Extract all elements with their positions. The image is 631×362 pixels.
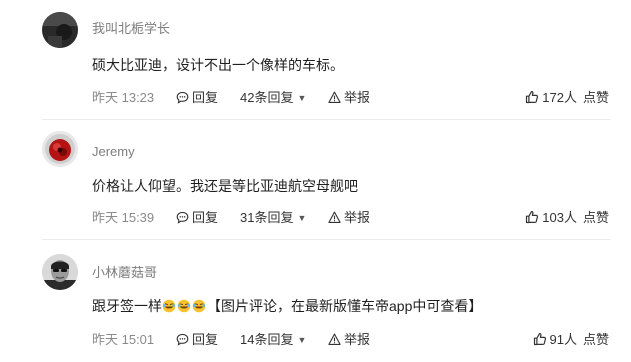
view-replies-button[interactable]: 14条回复 ▼ — [240, 330, 306, 350]
rofl-emoji — [192, 299, 206, 313]
avatar[interactable] — [42, 12, 78, 48]
reply-label: 回复 — [192, 90, 219, 105]
avatar[interactable] — [42, 131, 78, 167]
like-label: 点赞 — [582, 210, 609, 225]
thumbs-up-icon — [526, 91, 539, 104]
avatar[interactable] — [42, 254, 78, 290]
view-replies-button[interactable]: 42条回复 ▼ — [240, 88, 306, 108]
warning-icon — [328, 211, 341, 223]
like-label: 点赞 — [582, 90, 609, 105]
comment-time: 昨天 15:01 — [92, 332, 155, 347]
avatar-portrait-image — [42, 254, 78, 290]
avatar-red-flower-image — [42, 131, 78, 167]
like-button[interactable]: 172人 点赞 — [525, 88, 609, 108]
report-button[interactable]: 举报 — [328, 88, 370, 108]
caret-down-icon: ▼ — [297, 93, 307, 103]
comment-meta: 昨天 15:01 回复 14条回复 ▼ 举报 91人 点赞 — [92, 330, 609, 350]
reply-button[interactable]: 回复 — [176, 330, 218, 350]
comment-text: 价格让人仰望。我还是等比亚迪航空母舰吧 — [92, 178, 358, 194]
reply-button[interactable]: 回复 — [176, 88, 218, 108]
comment-meta: 昨天 15:39 回复 31条回复 ▼ 举报 103人 点赞 — [92, 208, 609, 228]
reply-button[interactable]: 回复 — [176, 208, 218, 228]
like-count: 91人 — [549, 332, 577, 347]
rofl-emoji — [177, 299, 191, 313]
comment-meta: 昨天 13:23 回复 42条回复 ▼ 举报 172人 点赞 — [92, 88, 609, 108]
view-replies-button[interactable]: 31条回复 ▼ — [240, 208, 306, 228]
warning-icon — [328, 333, 341, 345]
comment-time: 昨天 15:39 — [92, 210, 155, 225]
report-label: 举报 — [344, 332, 371, 347]
report-button[interactable]: 举报 — [328, 208, 370, 228]
comment-text-suffix: 【图片评论，在最新版懂车帝app中可查看】 — [207, 298, 483, 314]
caret-down-icon: ▼ — [297, 213, 307, 223]
rofl-emoji — [162, 299, 176, 313]
comment-list: 我叫北栀学长 硕大比亚迪，设计不出一个像样的车标。 昨天 13:23 回复 42… — [0, 0, 631, 362]
report-button[interactable]: 举报 — [328, 330, 370, 350]
report-label: 举报 — [344, 90, 371, 105]
comment-text-prefix: 跟牙签一样 — [92, 298, 162, 314]
like-button[interactable]: 91人 点赞 — [533, 330, 609, 350]
warning-icon — [328, 91, 341, 103]
caret-down-icon: ▼ — [297, 335, 307, 345]
reply-label: 回复 — [192, 332, 219, 347]
avatar-dark-image — [42, 12, 78, 48]
replies-count: 14条回复 — [240, 332, 294, 347]
comment-text: 硕大比亚迪，设计不出一个像样的车标。 — [92, 57, 344, 73]
like-count: 103人 — [542, 210, 577, 225]
username[interactable]: 我叫北栀学长 — [92, 20, 170, 38]
speech-bubble-icon — [176, 211, 189, 224]
like-count: 172人 — [542, 90, 577, 105]
like-button[interactable]: 103人 点赞 — [525, 208, 609, 228]
replies-count: 42条回复 — [240, 90, 294, 105]
thumbs-up-icon — [526, 211, 539, 224]
speech-bubble-icon — [176, 333, 189, 346]
like-label: 点赞 — [582, 332, 609, 347]
reply-label: 回复 — [192, 210, 219, 225]
report-label: 举报 — [344, 210, 371, 225]
comment-item: 小林蘑菇哥 跟牙签一样 【图片评论，在最新版懂车帝app中可查看】 昨天 15:0… — [0, 240, 631, 362]
comment-item: Jeremy 价格让人仰望。我还是等比亚迪航空母舰吧 昨天 15:39 回复 3… — [0, 120, 631, 240]
username[interactable]: Jeremy — [92, 143, 135, 161]
replies-count: 31条回复 — [240, 210, 294, 225]
speech-bubble-icon — [176, 91, 189, 104]
username[interactable]: 小林蘑菇哥 — [92, 264, 157, 282]
comment-item: 我叫北栀学长 硕大比亚迪，设计不出一个像样的车标。 昨天 13:23 回复 42… — [0, 0, 631, 120]
comment-time: 昨天 13:23 — [92, 90, 155, 105]
thumbs-up-icon — [533, 333, 546, 346]
comment-text: 跟牙签一样 【图片评论，在最新版懂车帝app中可查看】 — [92, 296, 482, 316]
